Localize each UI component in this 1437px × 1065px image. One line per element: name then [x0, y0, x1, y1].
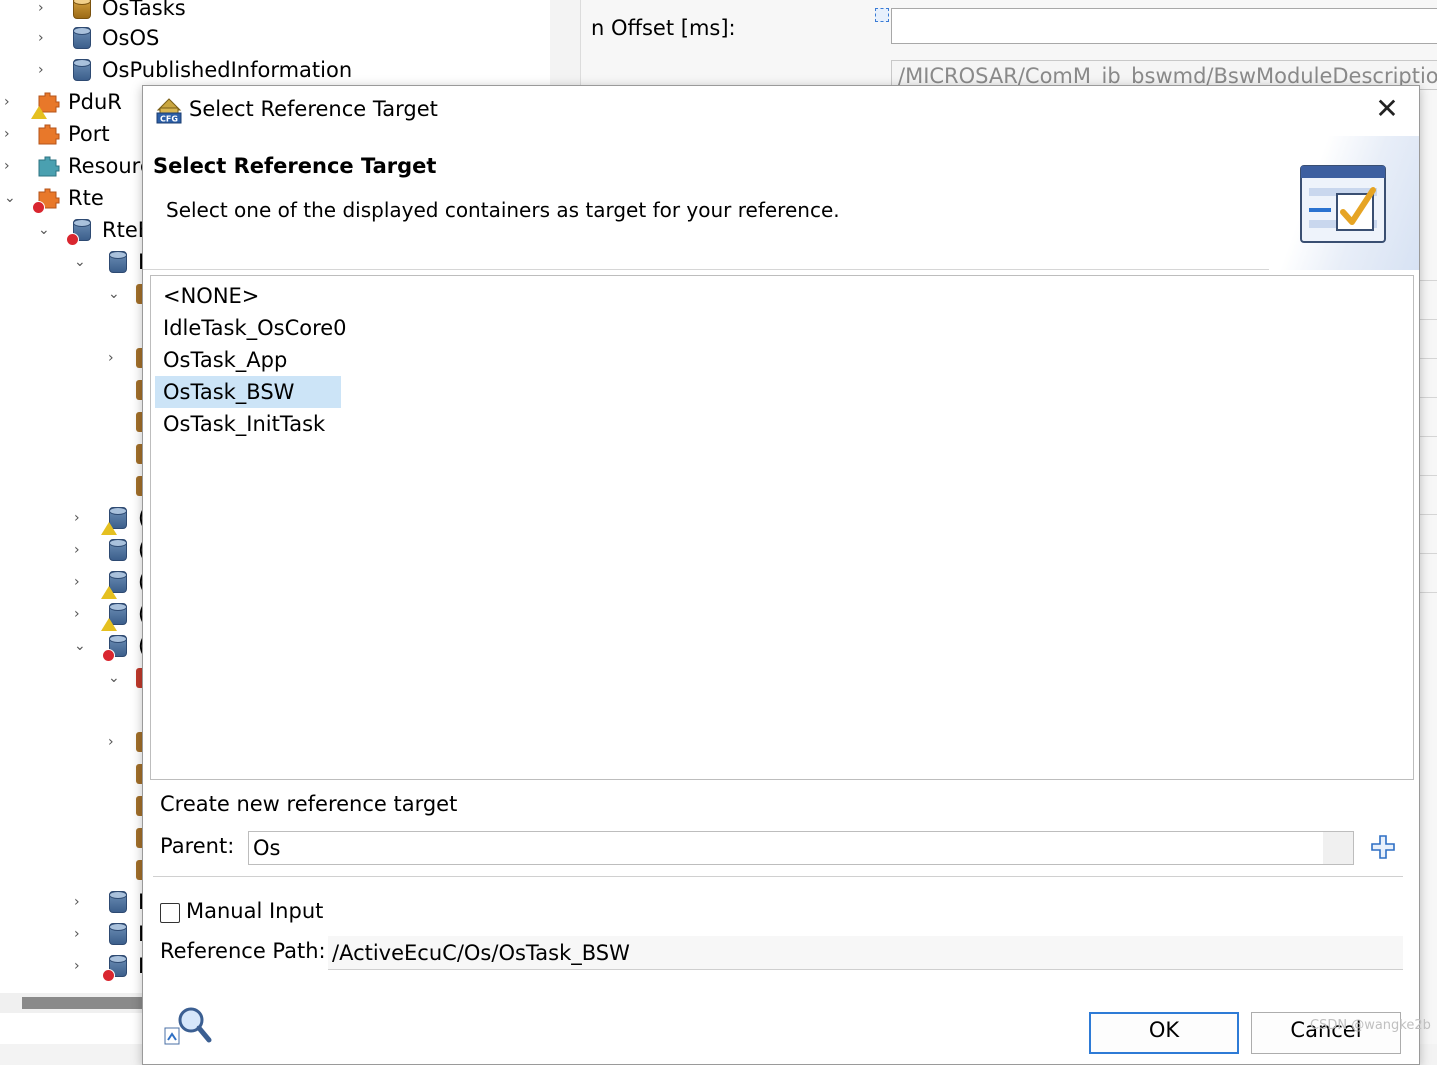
tree-item-c1[interactable]: › (: [74, 502, 146, 535]
chevron-right-icon[interactable]: ›: [74, 543, 88, 557]
header-description: Select one of the displayed containers a…: [166, 198, 840, 222]
search-icon[interactable]: [163, 1004, 213, 1046]
tree-item-label: Resourc: [68, 154, 152, 178]
chevron-down-icon[interactable]: ⌄: [108, 671, 122, 685]
tree-item-ospublishedinformation[interactable]: › OsPublishedInformation: [38, 54, 352, 86]
chevron-right-icon[interactable]: ›: [74, 959, 88, 973]
close-icon[interactable]: ✕: [1373, 95, 1401, 124]
container-icon: [101, 506, 130, 535]
list-item[interactable]: IdleTask_OsCore0: [155, 312, 353, 344]
tree-item-label: OsTasks: [102, 0, 186, 20]
chevron-right-icon[interactable]: ›: [38, 63, 52, 77]
tree-item-label: OsOS: [102, 26, 160, 50]
chevron-right-icon[interactable]: ›: [74, 575, 88, 589]
offset-label: n Offset [ms]:: [591, 16, 736, 40]
tree-item-rte[interactable]: ⌄ Rte: [4, 182, 104, 214]
reference-target-list[interactable]: <NONE> IdleTask_OsCore0 OsTask_App OsTas…: [150, 275, 1414, 780]
parent-label: Parent:: [160, 834, 235, 858]
chevron-right-icon[interactable]: ›: [38, 31, 52, 45]
tree-item-c2[interactable]: › (: [74, 534, 146, 566]
manual-input-label[interactable]: Manual Input: [186, 899, 323, 923]
cfg-icon: CFG: [156, 98, 182, 124]
tree-item-pdur[interactable]: › PduR: [4, 86, 122, 119]
chevron-down-icon[interactable]: ⌄: [74, 255, 88, 269]
container-icon: [106, 922, 130, 946]
tree-item-port[interactable]: › Port: [4, 118, 110, 150]
dialog-title: Select Reference Target: [189, 97, 438, 121]
form-check-icon: [1300, 165, 1386, 243]
tree-item-e2[interactable]: › E: [74, 950, 151, 982]
parent-field[interactable]: Os: [248, 831, 1354, 865]
dialog-header: Select Reference Target Select one of th…: [143, 136, 1419, 270]
chevron-down-icon[interactable]: ⌄: [74, 639, 88, 653]
chevron-right-icon[interactable]: ›: [4, 159, 18, 173]
module-puzzle-icon: [32, 186, 60, 214]
list-item[interactable]: <NONE>: [155, 280, 265, 312]
container-icon: [70, 0, 94, 20]
watermark: CSDN @wangke2b: [1310, 1018, 1431, 1033]
chevron-down-icon[interactable]: ⌄: [4, 191, 18, 205]
tree-item-label: Rte: [68, 186, 104, 210]
module-puzzle-icon: [36, 122, 60, 146]
container-icon: [102, 954, 130, 982]
chevron-right-icon[interactable]: ›: [4, 127, 18, 141]
offset-input[interactable]: [891, 8, 1437, 44]
svg-text:CFG: CFG: [160, 115, 178, 124]
chevron-right-icon[interactable]: ›: [108, 351, 122, 365]
ok-button[interactable]: OK: [1089, 1012, 1239, 1054]
chevron-right-icon[interactable]: ›: [74, 607, 88, 621]
container-icon: [101, 570, 130, 599]
header-title: Select Reference Target: [153, 154, 437, 178]
chevron-right-icon[interactable]: ›: [74, 511, 88, 525]
chevron-right-icon[interactable]: ›: [108, 735, 122, 749]
manual-input-checkbox[interactable]: [160, 903, 180, 923]
container-icon: [102, 634, 130, 662]
select-reference-target-dialog: CFG Select Reference Target ✕ Select Ref…: [142, 85, 1420, 1065]
selection-icon[interactable]: [875, 8, 889, 22]
tree-item-rteb[interactable]: ⌄ RteE: [38, 214, 151, 246]
chevron-right-icon[interactable]: ›: [74, 927, 88, 941]
parent-field-end[interactable]: [1323, 832, 1353, 864]
tree-item-c4[interactable]: › (: [74, 598, 146, 631]
container-icon: [70, 26, 94, 50]
list-item[interactable]: OsTask_InitTask: [155, 408, 331, 440]
add-reference-target-button[interactable]: [1369, 833, 1397, 861]
container-icon: [66, 218, 94, 246]
chevron-down-icon[interactable]: ⌄: [108, 287, 122, 301]
tree-item-c3[interactable]: › (: [74, 566, 146, 599]
reference-path-label: Reference Path:: [160, 939, 326, 963]
panel-separators: [1418, 280, 1437, 680]
chevron-right-icon[interactable]: ›: [4, 95, 18, 109]
list-item-selected[interactable]: OsTask_BSW: [155, 376, 341, 408]
dialog-titlebar[interactable]: CFG Select Reference Target ✕: [143, 86, 1419, 136]
module-puzzle-icon: [31, 90, 60, 119]
container-icon: [101, 602, 130, 631]
tree-item-osos[interactable]: › OsOS: [38, 22, 159, 54]
tree-item-label: OsPublishedInformation: [102, 58, 353, 82]
separator: [153, 876, 1403, 877]
chevron-right-icon[interactable]: ›: [74, 895, 88, 909]
reference-path-field: /ActiveEcuC/Os/OsTask_BSW: [328, 936, 1403, 970]
tree-item-e1[interactable]: ⌄ E: [74, 246, 151, 278]
tree-item-c5[interactable]: ⌄ (: [74, 630, 146, 662]
create-new-target-label: Create new reference target: [160, 792, 458, 816]
container-icon: [70, 58, 94, 82]
list-item[interactable]: OsTask_App: [155, 344, 293, 376]
parent-value: Os: [253, 836, 281, 860]
tree-item-resource[interactable]: › Resourc: [4, 150, 151, 182]
container-icon: [106, 538, 130, 562]
tree-item-label: PduR: [68, 90, 122, 114]
scrollbar-thumb[interactable]: [22, 997, 150, 1009]
tree-item-label: Port: [68, 122, 110, 146]
container-icon: [106, 250, 130, 274]
chevron-right-icon[interactable]: ›: [38, 1, 52, 15]
chevron-down-icon[interactable]: ⌄: [38, 223, 52, 237]
container-icon: [106, 890, 130, 914]
tree-item-ostasks[interactable]: › OsTasks: [38, 0, 186, 24]
module-puzzle-icon: [36, 154, 60, 178]
